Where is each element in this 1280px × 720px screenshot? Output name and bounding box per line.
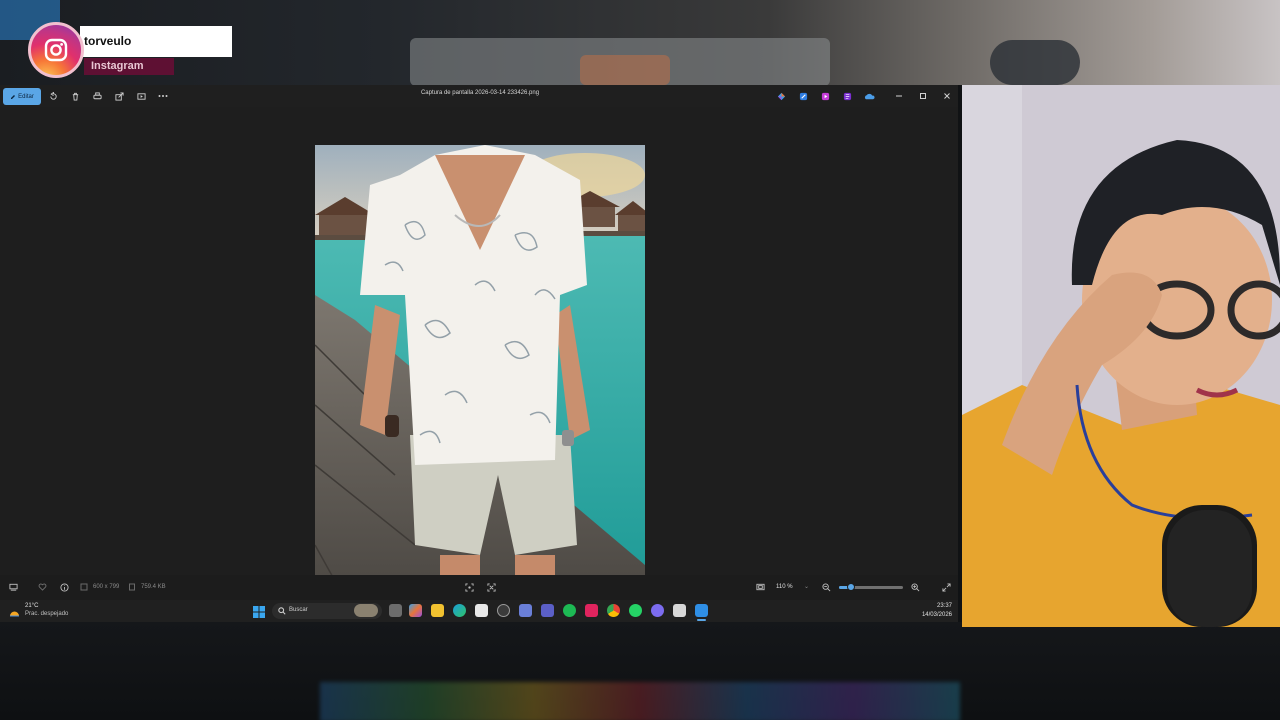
file-size: 759.4 KB xyxy=(141,584,166,590)
clock-date[interactable]: 14/03/2026 xyxy=(914,612,952,618)
weather-icon[interactable] xyxy=(9,605,20,617)
image-dimensions: 600 x 799 xyxy=(93,584,120,590)
active-app-indicator xyxy=(697,619,706,621)
instagram-logo-icon xyxy=(28,22,84,78)
start-button-windows-icon[interactable] xyxy=(253,605,265,618)
status-bar: 600 x 799 759.4 KB 110 % ⌄ xyxy=(0,575,958,600)
displayed-photo[interactable] xyxy=(315,145,645,581)
teams-icon[interactable] xyxy=(541,604,554,617)
search-highlight-icon xyxy=(354,604,378,617)
spotify-icon[interactable] xyxy=(563,604,576,617)
print-icon[interactable] xyxy=(91,90,103,102)
windows-taskbar: 21°C Prac. despejado Buscar 23:37 14/03/… xyxy=(0,600,958,622)
webcam-overlay xyxy=(962,85,1280,627)
instagram-overlay: torveulo Instagram xyxy=(28,22,238,78)
fit-to-window-icon[interactable] xyxy=(755,582,765,592)
snipping-tool-icon[interactable] xyxy=(673,604,686,617)
task-view-icon[interactable] xyxy=(389,604,402,617)
zoom-level-select[interactable]: 110 % ⌄ xyxy=(776,580,812,595)
rotate-icon[interactable] xyxy=(47,90,59,102)
copilot-taskbar-icon[interactable] xyxy=(409,604,422,617)
photos-app-window: Editar Captura de pantalla 2026-03-14 23… xyxy=(0,85,958,600)
whatsapp-icon[interactable] xyxy=(629,604,642,617)
search-icon xyxy=(278,607,286,615)
weather-temperature[interactable]: 21°C xyxy=(25,603,38,609)
minimize-icon[interactable] xyxy=(893,90,905,102)
favorite-icon[interactable] xyxy=(37,582,47,592)
zoom-level-value: 110 % xyxy=(776,584,793,590)
image-size-icon xyxy=(79,582,89,592)
info-icon[interactable] xyxy=(59,582,69,592)
chrome-icon[interactable] xyxy=(607,604,620,617)
tiktok-icon[interactable] xyxy=(585,604,598,617)
weather-description[interactable]: Prac. despejado xyxy=(25,611,68,617)
instagram-username: torveulo xyxy=(80,26,232,57)
settings-icon[interactable] xyxy=(497,604,510,617)
onedrive-icon[interactable] xyxy=(863,90,875,102)
delete-icon[interactable] xyxy=(69,90,81,102)
window-title: Captura de pantalla 2026-03-14 233426.pn… xyxy=(420,90,540,96)
search-placeholder: Buscar xyxy=(289,607,308,613)
photos-app-icon[interactable] xyxy=(695,604,708,617)
edit-icon xyxy=(11,94,16,99)
select-region-icon[interactable] xyxy=(464,582,474,592)
zoom-out-icon[interactable] xyxy=(821,582,831,592)
background-blur-bottom xyxy=(0,622,1280,720)
clock-time[interactable]: 23:37 xyxy=(918,603,952,609)
taskbar-search-box[interactable]: Buscar xyxy=(272,603,382,619)
slideshow-icon[interactable] xyxy=(135,90,147,102)
discord-icon[interactable] xyxy=(651,604,664,617)
zoom-slider[interactable] xyxy=(839,583,903,591)
designer-icon[interactable] xyxy=(797,90,809,102)
copilot-icon[interactable] xyxy=(775,90,787,102)
share-icon[interactable] xyxy=(113,90,125,102)
file-size-icon xyxy=(127,582,137,592)
onenote-icon[interactable] xyxy=(841,90,853,102)
edit-button-label: Editar xyxy=(18,93,34,100)
zoom-slider-handle[interactable] xyxy=(846,583,855,591)
close-icon[interactable] xyxy=(941,90,953,102)
instagram-label: Instagram xyxy=(84,58,174,75)
zoom-in-icon[interactable] xyxy=(910,582,920,592)
edit-button[interactable]: Editar xyxy=(3,88,41,105)
file-explorer-icon[interactable] xyxy=(431,604,444,617)
calendar-app-icon[interactable] xyxy=(519,604,532,617)
chevron-down-icon: ⌄ xyxy=(804,584,810,590)
filmstrip-icon[interactable] xyxy=(8,582,18,592)
edge-browser-icon[interactable] xyxy=(453,604,466,617)
maximize-icon[interactable] xyxy=(917,90,929,102)
more-icon[interactable] xyxy=(157,90,169,102)
visual-search-icon[interactable] xyxy=(486,582,496,592)
clipchamp-icon[interactable] xyxy=(819,90,831,102)
microsoft-store-icon[interactable] xyxy=(475,604,488,617)
photo-viewer-canvas[interactable] xyxy=(0,107,958,581)
fullscreen-icon[interactable] xyxy=(941,582,951,592)
title-bar: Editar Captura de pantalla 2026-03-14 23… xyxy=(0,85,958,107)
